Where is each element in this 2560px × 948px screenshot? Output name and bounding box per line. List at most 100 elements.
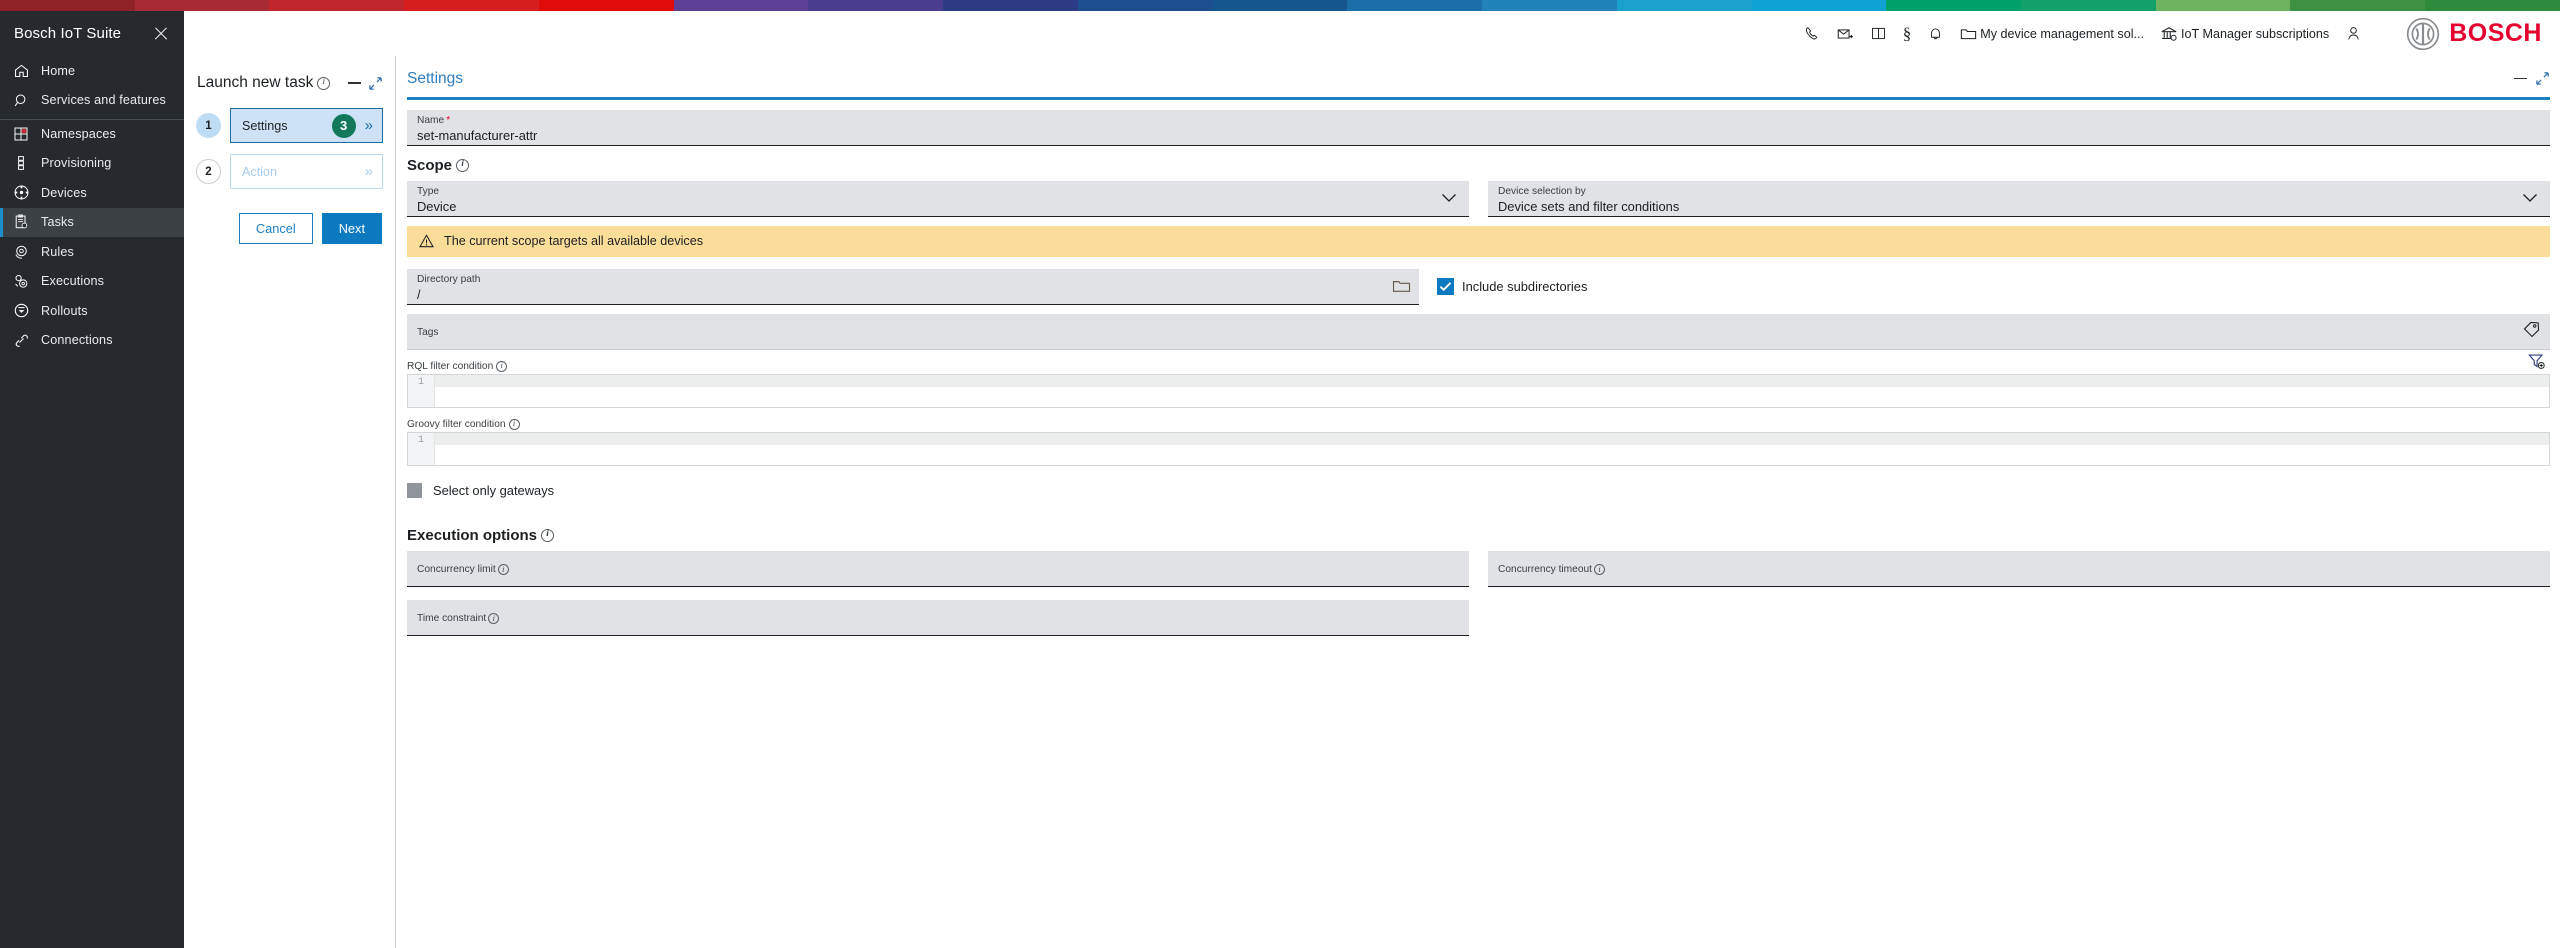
minimize-icon[interactable] [348, 82, 361, 84]
bell-icon[interactable] [1919, 17, 1952, 51]
name-field-label: Name * [417, 115, 2540, 127]
sidebar-item-rules[interactable]: Rules [0, 237, 184, 267]
sidebar-item-executions[interactable]: Executions [0, 267, 184, 297]
device-selection-select[interactable]: Device selection by Device sets and filt… [1488, 180, 2550, 217]
concurrency-row: Concurrency limit i Concurrency timeout … [407, 550, 2550, 587]
stripe-segment [2290, 0, 2426, 11]
time-constraint-label-row: Time constraint i [417, 613, 1459, 625]
book-icon[interactable] [1862, 17, 1895, 51]
stripe-segment [808, 0, 944, 11]
stripe-segment [538, 0, 674, 11]
solution-selector[interactable]: My device management sol... [1952, 17, 2152, 51]
tag-add-icon[interactable] [2522, 320, 2541, 344]
select-only-gateways-label: Select only gateways [433, 482, 555, 498]
header-icon-group: § My device management sol... IoT Manage… [1795, 17, 2370, 51]
info-icon[interactable]: i [497, 564, 509, 575]
sidebar-item-label: Provisioning [41, 156, 112, 171]
name-field-value: set-manufacturer-attr [417, 127, 538, 143]
scope-heading-text: Scope [407, 156, 453, 174]
time-constraint-field[interactable]: Time constraint i [407, 599, 1469, 636]
stripe-segment [1212, 0, 1348, 11]
wizard-header: Launch new task i [184, 64, 395, 102]
close-icon[interactable] [152, 25, 170, 43]
sidebar-item-provisioning[interactable]: Provisioning [0, 149, 184, 179]
settings-panel: Settings Name * set-manufacturer-attr Sco… [397, 56, 2560, 948]
info-icon[interactable]: i [456, 158, 470, 172]
wizard-step-action: 2 Action » [196, 154, 383, 189]
name-field[interactable]: Name * set-manufacturer-attr [407, 109, 2550, 146]
next-button[interactable]: Next [321, 213, 382, 244]
rql-filter-input[interactable] [435, 374, 2549, 407]
stripe-segment [1616, 0, 1752, 11]
groovy-filter-block: Groovy filter condition i 1 [407, 418, 2550, 466]
mail-icon[interactable] [1828, 17, 1862, 51]
sidebar-item-namespaces[interactable]: Namespaces [0, 119, 184, 149]
devices-icon [11, 183, 31, 203]
tags-field[interactable]: Tags [407, 313, 2550, 350]
groovy-filter-input[interactable] [435, 432, 2549, 465]
info-icon[interactable]: i [488, 613, 500, 624]
groovy-filter-label: Groovy filter condition [407, 418, 506, 430]
cancel-button[interactable]: Cancel [238, 213, 313, 244]
info-icon[interactable]: i [508, 418, 520, 430]
settings-window-controls [2514, 71, 2550, 86]
time-constraint-label: Time constraint [417, 612, 487, 624]
section-sign-glyph: § [1902, 24, 1912, 43]
brand-color-stripe [0, 0, 2560, 11]
sidebar-item-connections[interactable]: Connections [0, 326, 184, 356]
stripe-segment [2021, 0, 2156, 11]
executions-icon [11, 271, 31, 291]
select-only-gateways-checkbox[interactable]: Select only gateways [407, 482, 2550, 498]
checkbox-checked-icon [1437, 278, 1454, 295]
home-icon [11, 61, 31, 81]
step-button-action[interactable]: Action » [230, 154, 383, 189]
sidebar-item-home[interactable]: Home [0, 56, 184, 86]
settings-form: Name * set-manufacturer-attr Scope i Type… [397, 100, 2560, 636]
sidebar-item-label: Namespaces [41, 127, 116, 142]
sidebar-header: Bosch IoT Suite [0, 11, 184, 56]
scope-type-select[interactable]: Type Device [407, 180, 1469, 217]
info-icon[interactable]: i [1594, 564, 1605, 575]
phone-icon[interactable] [1795, 17, 1828, 51]
groovy-filter-editor[interactable]: 1 [407, 431, 2550, 466]
info-icon[interactable]: i [317, 76, 331, 90]
top-header: § My device management sol... IoT Manage… [184, 11, 2560, 56]
info-icon[interactable]: i [496, 360, 508, 372]
sidebar-item-services-and-features[interactable]: Services and features [0, 86, 184, 116]
sidebar-item-tasks[interactable]: Tasks [0, 207, 184, 237]
time-constraint-row-spacer [1488, 600, 2551, 636]
include-subdirectories-checkbox[interactable]: Include subdirectories [1437, 269, 1587, 305]
stripe-segment [0, 0, 135, 11]
wizard-actions: Cancel Next [196, 213, 383, 244]
folder-icon[interactable] [1392, 278, 1411, 294]
rql-filter-block: RQL filter condition i 1 [407, 353, 2550, 408]
legal-section-icon[interactable]: § [1895, 17, 1920, 51]
sidebar-item-rollouts[interactable]: Rollouts [0, 296, 184, 326]
rql-filter-editor[interactable]: 1 [407, 373, 2550, 408]
execution-options-fields: Concurrency limit i Concurrency timeout … [407, 550, 2551, 636]
filter-add-icon[interactable] [2527, 352, 2546, 376]
device-selection-value: Device sets and filter conditions [1498, 198, 1680, 214]
user-account-button[interactable] [2337, 17, 2370, 51]
minimize-icon[interactable] [2514, 77, 2527, 80]
concurrency-timeout-field[interactable]: Concurrency timeout i [1488, 550, 2550, 587]
info-icon[interactable]: i [541, 528, 555, 542]
subscriptions-link[interactable]: IoT Manager subscriptions [2152, 17, 2337, 51]
sidebar-item-devices[interactable]: Devices [0, 178, 184, 208]
checkbox-disabled-icon [407, 482, 422, 498]
step-button-settings[interactable]: Settings 3 » [230, 108, 383, 143]
warning-text: The current scope targets all available … [444, 234, 704, 248]
mail-glyph [1836, 25, 1854, 43]
expand-icon [2536, 72, 2549, 85]
tags-row: Tags [407, 313, 2550, 350]
directory-path-label: Directory path [417, 273, 481, 285]
stripe-segment [1482, 0, 1617, 11]
step-count-badge: 3 [331, 113, 356, 138]
bank-icon [2160, 26, 2178, 42]
scope-warning-banner: The current scope targets all available … [407, 225, 2550, 257]
tags-label: Tags [417, 326, 439, 338]
user-icon [2345, 25, 2362, 42]
concurrency-limit-field[interactable]: Concurrency limit i [407, 550, 1469, 587]
rollouts-icon [11, 301, 31, 321]
directory-path-field[interactable]: Directory path / [407, 268, 1419, 305]
